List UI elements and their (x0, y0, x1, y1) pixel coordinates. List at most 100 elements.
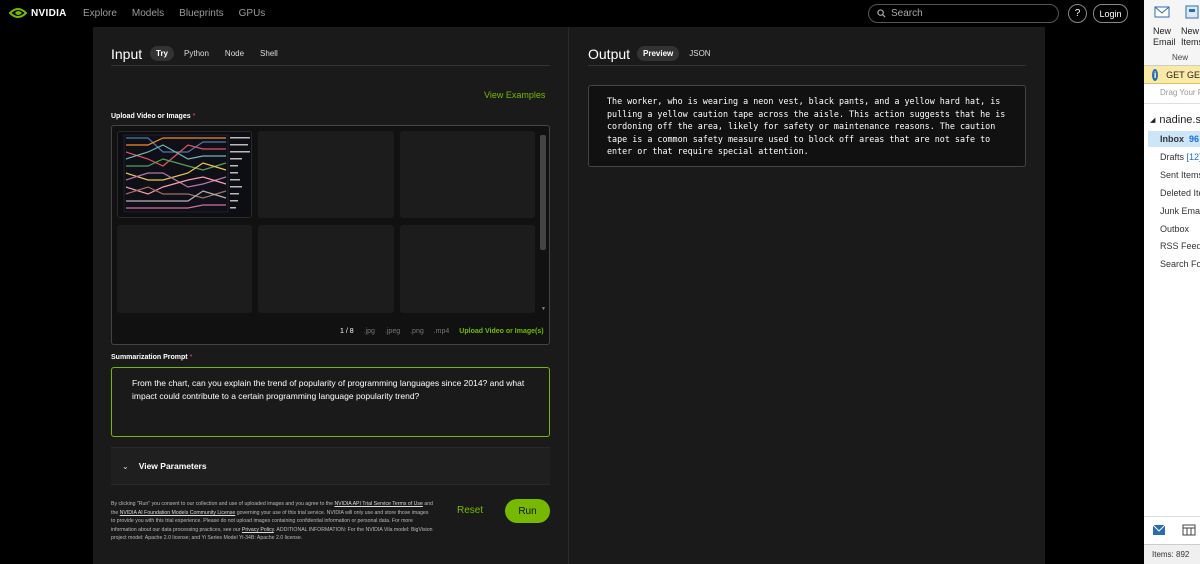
empty-thumbnail-slot (117, 225, 252, 313)
run-button[interactable]: Run (505, 499, 550, 523)
account-name: nadine.sa (1159, 114, 1200, 126)
account-header[interactable]: ◢ nadine.sa (1150, 114, 1200, 126)
summarization-prompt-input[interactable]: From the chart, can you explain the tren… (111, 367, 550, 437)
tab-python[interactable]: Python (178, 46, 215, 61)
ribbon-group-label: New (1172, 53, 1189, 62)
legal-text: By clicking "Run" you consent to our col… (111, 501, 335, 507)
legal-disclaimer: By clicking "Run" you consent to our col… (111, 500, 434, 543)
new-email-line1: New (1153, 26, 1172, 36)
nav-link-gpus[interactable]: GPUs (239, 8, 266, 19)
empty-thumbnail-slot (258, 131, 394, 218)
mail-module-icon[interactable] (1152, 524, 1166, 536)
folder-name: Inbox (1160, 134, 1184, 144)
folder-search-folders[interactable]: Search Fol (1160, 259, 1200, 269)
tab-json[interactable]: JSON (683, 46, 716, 61)
info-banner[interactable]: i GET GE (1144, 66, 1200, 84)
upload-label-text: Upload Video or Images (111, 113, 191, 120)
search-input[interactable]: Search (868, 4, 1059, 23)
search-icon (877, 9, 886, 18)
output-preview: The worker, who is wearing a neon vest, … (588, 85, 1026, 167)
required-mark: * (189, 354, 193, 361)
folder-deleted-items[interactable]: Deleted Ite (1160, 188, 1200, 198)
upload-label: Upload Video or Images * (111, 113, 195, 120)
upload-media-button[interactable]: Upload Video or Image(s) (459, 328, 543, 335)
prompt-text: From the chart, can you explain the tren… (132, 378, 525, 401)
prompt-label-text: Summarization Prompt (111, 354, 188, 361)
help-button[interactable]: ? (1068, 4, 1087, 23)
top-nav: NVIDIA Explore Models Blueprints GPUs Se… (0, 0, 1144, 27)
prompt-label: Summarization Prompt * (111, 354, 192, 361)
folder-junk-email[interactable]: Junk Email (1160, 206, 1200, 216)
community-license-link[interactable]: NVIDIA AI Foundation Models Community Li… (120, 510, 236, 516)
format-png: .png (410, 328, 424, 335)
panel-divider (568, 27, 569, 564)
folder-count: [12] (1186, 152, 1200, 162)
view-examples-link[interactable]: View Examples (484, 90, 545, 100)
tab-shell[interactable]: Shell (254, 46, 284, 61)
view-parameters-toggle[interactable]: ⌄ View Parameters (111, 447, 550, 485)
new-email-line2: Email (1153, 37, 1176, 47)
folder-drafts[interactable]: Drafts [12] (1160, 152, 1200, 162)
nav-links: Explore Models Blueprints GPUs (83, 8, 280, 19)
tab-node[interactable]: Node (219, 46, 250, 61)
brand-name: NVIDIA (31, 7, 67, 19)
page-indicator: 1 / 8 (340, 328, 354, 335)
outlook-window: New Email New Items New i GET GE Drag Yo… (1144, 0, 1200, 564)
format-jpeg: .jpeg (384, 328, 401, 335)
folder-name: Drafts (1160, 152, 1185, 162)
output-title: Output (588, 46, 631, 62)
new-items-line2: Items (1181, 37, 1200, 47)
search-placeholder: Search (891, 8, 923, 19)
folder-outbox[interactable]: Outbox (1160, 224, 1189, 234)
upload-meta: 1 / 8 .jpg .jpeg .png .mp4 Upload Video … (340, 328, 544, 335)
input-tabs: Try Python Node Shell (150, 46, 284, 61)
new-email-button[interactable]: New Email (1153, 26, 1176, 48)
output-tabs: Preview JSON (637, 46, 717, 61)
outlook-ribbon: New Email New Items New (1144, 0, 1200, 66)
new-items-button[interactable]: New Items (1181, 26, 1200, 48)
folder-sent-items[interactable]: Sent Items (1160, 170, 1200, 180)
new-items-icon (1185, 5, 1199, 19)
scroll-down-arrow-icon[interactable]: ▼ (541, 306, 546, 312)
thumbnail-scrollbar[interactable] (540, 135, 546, 250)
input-title: Input (111, 46, 143, 62)
format-jpg: .jpg (363, 328, 375, 335)
banner-text: GET GE (1166, 69, 1200, 80)
nav-link-blueprints[interactable]: Blueprints (179, 8, 223, 19)
uploaded-image-thumbnail[interactable] (117, 131, 252, 218)
folder-count: 96 (1189, 134, 1200, 144)
login-button[interactable]: Login (1093, 4, 1128, 23)
nvidia-logo[interactable]: NVIDIA (9, 6, 67, 20)
status-item-count: Items: 892 (1144, 544, 1200, 564)
empty-thumbnail-slot (258, 225, 394, 313)
folder-inbox[interactable]: Inbox 96 (1148, 131, 1200, 147)
required-mark: * (192, 113, 196, 120)
new-email-icon (1154, 6, 1170, 18)
new-items-line1: New (1181, 26, 1200, 36)
reset-button[interactable]: Reset (457, 505, 483, 516)
drag-favorites-hint: Drag Your F (1160, 88, 1200, 97)
empty-thumbnail-slot (400, 131, 535, 218)
terms-of-use-link[interactable]: NVIDIA API Trial Service Terms of Use (334, 501, 422, 507)
nvidia-eye-icon (9, 8, 27, 18)
window-edge (1137, 0, 1144, 564)
nav-link-models[interactable]: Models (132, 8, 164, 19)
tab-try[interactable]: Try (150, 46, 175, 61)
chevron-down-icon: ⌄ (122, 461, 129, 471)
folder-rss-feeds[interactable]: RSS Feeds (1160, 241, 1200, 251)
format-mp4: .mp4 (433, 328, 450, 335)
privacy-policy-link[interactable]: Privacy Policy (242, 527, 274, 533)
view-parameters-label: View Parameters (138, 461, 207, 471)
tab-preview[interactable]: Preview (637, 46, 680, 61)
info-icon: i (1152, 68, 1159, 81)
bump-chart-image (118, 132, 251, 217)
collapse-triangle-icon: ◢ (1150, 117, 1156, 124)
input-header-divider (111, 65, 550, 66)
separator (1144, 103, 1200, 104)
output-text: The worker, who is wearing a neon vest, … (607, 96, 1006, 157)
calendar-module-icon[interactable] (1182, 524, 1196, 536)
nav-link-explore[interactable]: Explore (83, 8, 117, 19)
module-nav-bar (1144, 516, 1200, 544)
output-header-divider (588, 65, 1026, 66)
empty-thumbnail-slot (400, 225, 535, 313)
